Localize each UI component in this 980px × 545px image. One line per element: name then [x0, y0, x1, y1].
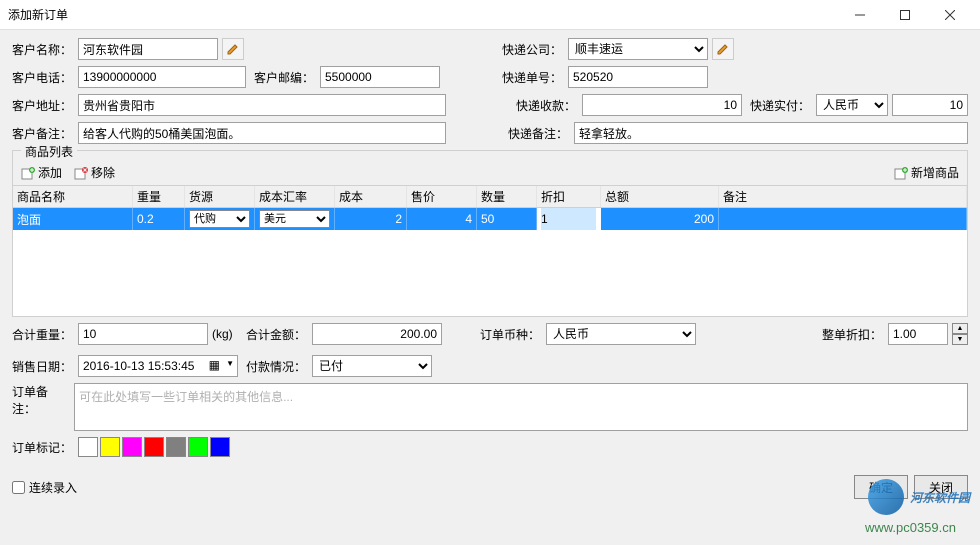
pay-status-label: 付款情况：	[242, 358, 308, 375]
courier-paid-label: 快递实付：	[746, 97, 812, 114]
calendar-icon: ▦	[209, 358, 220, 372]
customer-name-label: 客户名称：	[12, 41, 74, 58]
continuous-checkbox-input[interactable]	[12, 481, 25, 494]
customer-addr-label: 客户地址：	[12, 97, 74, 114]
cell-qty[interactable]: 50	[477, 208, 537, 230]
total-weight-input[interactable]	[78, 323, 208, 345]
courier-trackno-label: 快递单号：	[502, 69, 564, 86]
courier-collect-input[interactable]	[582, 94, 742, 116]
th-total[interactable]: 总额	[601, 186, 719, 207]
order-tag-label: 订单标记：	[12, 439, 74, 456]
order-currency-label: 订单币种：	[480, 326, 542, 343]
th-qty[interactable]: 数量	[477, 186, 537, 207]
th-cost[interactable]: 成本	[335, 186, 407, 207]
remove-icon	[74, 166, 88, 180]
courier-company-label: 快递公司：	[502, 41, 564, 58]
order-note-textarea[interactable]	[74, 383, 968, 431]
color-swatch[interactable]	[144, 437, 164, 457]
courier-note-input[interactable]	[574, 122, 968, 144]
cell-cost[interactable]: 2	[335, 208, 407, 230]
color-swatch[interactable]	[210, 437, 230, 457]
th-note[interactable]: 备注	[719, 186, 967, 207]
pay-status-select[interactable]: 已付	[312, 355, 432, 377]
edit-courier-button[interactable]	[712, 38, 734, 60]
discount-up-button[interactable]: ▲	[952, 323, 968, 334]
th-price[interactable]: 售价	[407, 186, 477, 207]
th-name[interactable]: 商品名称	[13, 186, 133, 207]
sale-date-label: 销售日期：	[12, 358, 74, 375]
table-row[interactable]: 泡面 0.2 代购 美元 2 4 50 200	[13, 208, 967, 230]
customer-note-label: 客户备注：	[12, 125, 74, 142]
add-product-button[interactable]: 添加	[17, 162, 66, 183]
th-source[interactable]: 货源	[185, 186, 255, 207]
table-header: 商品名称 重量 货源 成本汇率 成本 售价 数量 折扣 总额 备注	[13, 186, 967, 208]
watermark-logo-icon	[868, 479, 904, 515]
weight-unit: (kg)	[212, 327, 242, 341]
new-icon	[894, 166, 908, 180]
cell-discount[interactable]	[537, 208, 601, 230]
add-icon	[21, 166, 35, 180]
product-table: 商品名称 重量 货源 成本汇率 成本 售价 数量 折扣 总额 备注 泡面 0.2…	[13, 185, 967, 316]
customer-zip-label: 客户邮编：	[250, 69, 316, 86]
courier-collect-label: 快递收款：	[516, 97, 578, 114]
chevron-down-icon[interactable]: ▼	[226, 359, 234, 368]
remove-product-button[interactable]: 移除	[70, 162, 119, 183]
continuous-entry-checkbox[interactable]: 连续录入	[12, 479, 77, 496]
customer-note-input[interactable]	[78, 122, 446, 144]
cell-source[interactable]: 代购	[185, 208, 255, 230]
color-swatch[interactable]	[122, 437, 142, 457]
th-cost-rate[interactable]: 成本汇率	[255, 186, 335, 207]
color-swatch[interactable]	[100, 437, 120, 457]
cell-total[interactable]: 200	[601, 208, 719, 230]
color-swatch[interactable]	[166, 437, 186, 457]
color-picker	[78, 437, 230, 457]
courier-note-label: 快递备注：	[508, 125, 570, 142]
order-currency-select[interactable]: 人民币	[546, 323, 696, 345]
customer-zip-input[interactable]	[320, 66, 440, 88]
cell-cost-rate[interactable]: 美元	[255, 208, 335, 230]
maximize-button[interactable]	[882, 0, 927, 29]
th-discount[interactable]: 折扣	[537, 186, 601, 207]
close-button[interactable]	[927, 0, 972, 29]
titlebar: 添加新订单	[0, 0, 980, 30]
customer-name-input[interactable]	[78, 38, 218, 60]
customer-phone-input[interactable]	[78, 66, 246, 88]
order-note-label: 订单备注：	[12, 383, 70, 417]
courier-currency-select[interactable]: 人民币	[816, 94, 888, 116]
total-amount-input	[312, 323, 442, 345]
watermark-url: www.pc0359.cn	[865, 520, 956, 535]
discount-down-button[interactable]: ▼	[952, 334, 968, 345]
watermark: 河东软件园	[868, 479, 970, 515]
courier-trackno-input[interactable]	[568, 66, 708, 88]
minimize-button[interactable]	[837, 0, 882, 29]
color-swatch[interactable]	[78, 437, 98, 457]
customer-phone-label: 客户电话：	[12, 69, 74, 86]
cell-note[interactable]	[719, 208, 967, 230]
total-amount-label: 合计金额：	[246, 326, 308, 343]
th-weight[interactable]: 重量	[133, 186, 185, 207]
edit-customer-button[interactable]	[222, 38, 244, 60]
cell-name[interactable]: 泡面	[13, 208, 133, 230]
cell-weight[interactable]: 0.2	[133, 208, 185, 230]
cell-price[interactable]: 4	[407, 208, 477, 230]
courier-company-select[interactable]: 顺丰速运	[568, 38, 708, 60]
courier-paid-input[interactable]	[892, 94, 968, 116]
window-title: 添加新订单	[8, 6, 837, 23]
color-swatch[interactable]	[188, 437, 208, 457]
order-discount-input[interactable]	[888, 323, 948, 345]
new-product-button[interactable]: 新增商品	[890, 162, 963, 183]
order-discount-label: 整单折扣：	[822, 326, 884, 343]
product-group-label: 商品列表	[21, 143, 77, 160]
customer-addr-input[interactable]	[78, 94, 446, 116]
product-groupbox: 商品列表 添加 移除 新增商品 商品名称 重量 货源 成本汇率 成本	[12, 150, 968, 317]
total-weight-label: 合计重量：	[12, 326, 74, 343]
